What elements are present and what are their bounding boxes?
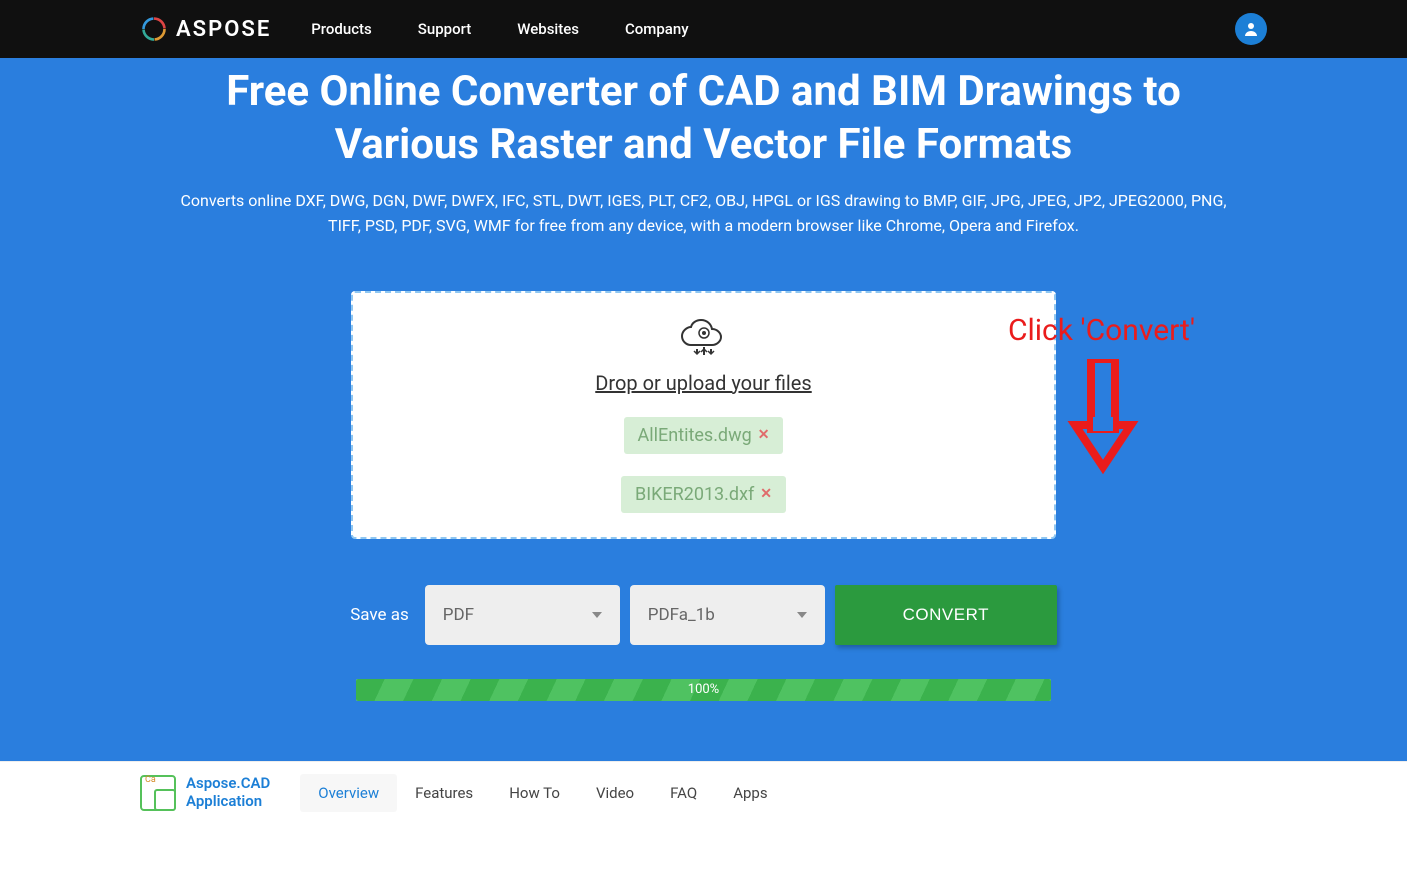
file-chip: AllEntites.dwg ✕ — [624, 417, 784, 454]
subformat-select[interactable]: PDFa_1b — [630, 585, 825, 645]
nav-company[interactable]: Company — [625, 20, 689, 38]
format-select[interactable]: PDF — [425, 585, 620, 645]
remove-file-icon[interactable]: ✕ — [758, 427, 770, 443]
app-badge[interactable]: Aspose.CAD Application — [140, 775, 270, 811]
subformat-value: PDFa_1b — [648, 605, 715, 625]
tab-features[interactable]: Features — [397, 774, 491, 812]
tab-howto[interactable]: How To — [491, 774, 578, 812]
tab-overview[interactable]: Overview — [300, 774, 397, 812]
format-value: PDF — [443, 605, 474, 625]
topbar: ASPOSE Products Support Websites Company — [0, 0, 1407, 58]
conversion-controls: Save as PDF PDFa_1b CONVERT — [344, 585, 1064, 645]
saveas-label: Save as — [350, 605, 409, 625]
nav-products[interactable]: Products — [311, 20, 372, 38]
tab-video[interactable]: Video — [578, 774, 652, 812]
user-icon — [1243, 21, 1259, 37]
hero-inner: Drop or upload your files AllEntites.dwg… — [174, 291, 1234, 701]
chevron-down-icon — [592, 612, 602, 618]
progress-bar: 100% — [356, 679, 1051, 701]
nav-left: ASPOSE Products Support Websites Company — [140, 15, 1235, 43]
page-subtitle: Converts online DXF, DWG, DGN, DWF, DWFX… — [164, 189, 1244, 239]
app-icon — [140, 775, 176, 811]
tab-apps[interactable]: Apps — [715, 774, 785, 812]
dropzone-label: Drop or upload your files — [373, 371, 1034, 395]
app-line1: Aspose.CAD — [186, 775, 270, 792]
file-dropzone[interactable]: Drop or upload your files AllEntites.dwg… — [351, 291, 1056, 539]
nav-websites[interactable]: Websites — [517, 20, 579, 38]
logo-swirl-icon — [140, 15, 168, 43]
logo[interactable]: ASPOSE — [140, 15, 271, 43]
progress-value: 100% — [688, 682, 719, 697]
upload-cloud-icon — [677, 319, 731, 363]
annotation-arrow-icon — [1067, 359, 1147, 479]
file-name: AllEntites.dwg — [638, 425, 752, 446]
chevron-down-icon — [797, 612, 807, 618]
tab-faq[interactable]: FAQ — [652, 774, 715, 812]
file-name: BIKER2013.dxf — [635, 484, 754, 505]
user-avatar[interactable] — [1235, 13, 1267, 45]
file-chip: BIKER2013.dxf ✕ — [621, 476, 786, 513]
hero-section: Free Online Converter of CAD and BIM Dra… — [0, 58, 1407, 761]
progress-fill: 100% — [356, 679, 1051, 701]
app-line2: Application — [186, 793, 270, 810]
page-title: Free Online Converter of CAD and BIM Dra… — [179, 66, 1229, 171]
app-text: Aspose.CAD Application — [186, 775, 270, 810]
convert-button[interactable]: CONVERT — [835, 585, 1057, 645]
tabs-bar: Aspose.CAD Application Overview Features… — [0, 761, 1407, 812]
remove-file-icon[interactable]: ✕ — [760, 486, 772, 502]
main-nav: Products Support Websites Company — [311, 20, 688, 38]
nav-support[interactable]: Support — [418, 20, 471, 38]
brand-text: ASPOSE — [176, 17, 271, 42]
